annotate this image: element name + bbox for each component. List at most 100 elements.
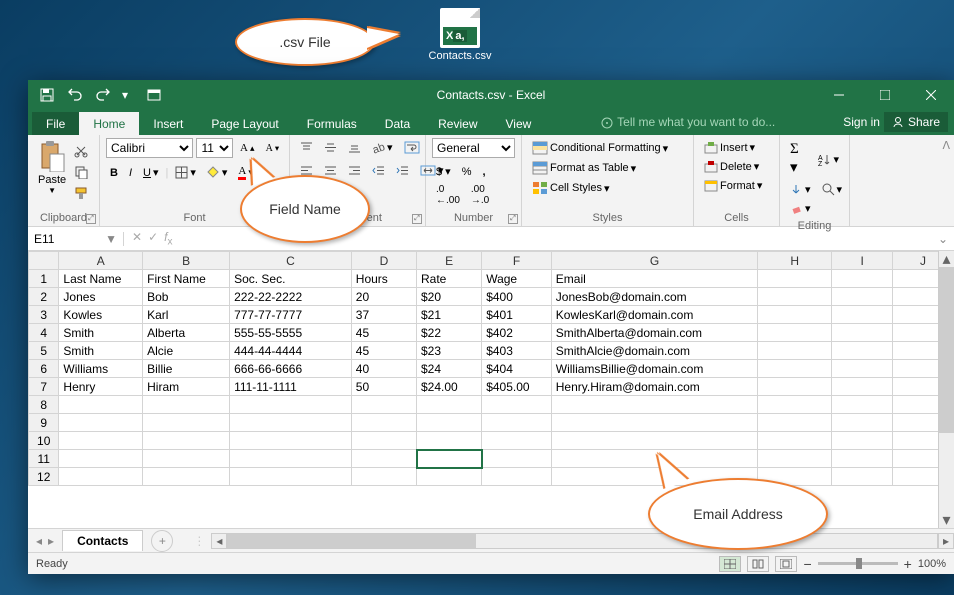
cell-F11[interactable] bbox=[482, 450, 552, 468]
cell-H5[interactable] bbox=[758, 342, 832, 360]
cell-C8[interactable] bbox=[230, 396, 352, 414]
cell-H9[interactable] bbox=[758, 414, 832, 432]
cell-E12[interactable] bbox=[417, 468, 482, 486]
cell-B11[interactable] bbox=[143, 450, 230, 468]
cell-F12[interactable] bbox=[482, 468, 552, 486]
cell-G7[interactable]: Henry.Hiram@domain.com bbox=[551, 378, 758, 396]
cell-D4[interactable]: 45 bbox=[351, 324, 416, 342]
paste-button[interactable]: Paste▼ bbox=[34, 138, 70, 203]
number-format-select[interactable]: General bbox=[432, 138, 515, 158]
align-right-icon[interactable] bbox=[344, 161, 365, 180]
tab-insert[interactable]: Insert bbox=[139, 112, 197, 135]
col-header-A[interactable]: A bbox=[59, 252, 143, 270]
row-header-12[interactable]: 12 bbox=[29, 468, 59, 486]
cell-F2[interactable]: $400 bbox=[482, 288, 552, 306]
cell-C7[interactable]: 111-11-1111 bbox=[230, 378, 352, 396]
new-sheet-button[interactable]: + bbox=[151, 530, 173, 552]
name-box[interactable]: ▼ bbox=[28, 232, 124, 246]
cell-C5[interactable]: 444-44-4444 bbox=[230, 342, 352, 360]
vertical-scrollbar[interactable]: ▴ ▾ bbox=[938, 251, 954, 528]
zoom-level[interactable]: 100% bbox=[918, 558, 946, 570]
cell-G10[interactable] bbox=[551, 432, 758, 450]
sort-filter-icon[interactable]: AZ▾ bbox=[814, 150, 843, 169]
cell-E3[interactable]: $21 bbox=[417, 306, 482, 324]
insert-function-icon[interactable]: fx bbox=[164, 230, 172, 247]
cell-B1[interactable]: First Name bbox=[143, 270, 230, 288]
bold-button[interactable]: B bbox=[106, 164, 122, 182]
scroll-left-icon[interactable]: ◂ bbox=[211, 533, 227, 549]
tab-review[interactable]: Review bbox=[424, 112, 491, 135]
col-header-C[interactable]: C bbox=[230, 252, 352, 270]
cell-A1[interactable]: Last Name bbox=[59, 270, 143, 288]
row-header-11[interactable]: 11 bbox=[29, 450, 59, 468]
cell-E4[interactable]: $22 bbox=[417, 324, 482, 342]
cancel-formula-icon[interactable]: ✕ bbox=[132, 230, 142, 247]
cell-A12[interactable] bbox=[59, 468, 143, 486]
cell-A7[interactable]: Henry bbox=[59, 378, 143, 396]
cell-F7[interactable]: $405.00 bbox=[482, 378, 552, 396]
cell-D5[interactable]: 45 bbox=[351, 342, 416, 360]
cell-B9[interactable] bbox=[143, 414, 230, 432]
row-header-5[interactable]: 5 bbox=[29, 342, 59, 360]
cell-H3[interactable] bbox=[758, 306, 832, 324]
orientation-icon[interactable]: ab▾ bbox=[368, 138, 397, 157]
cell-C9[interactable] bbox=[230, 414, 352, 432]
select-all-cell[interactable] bbox=[29, 252, 59, 270]
tab-formulas[interactable]: Formulas bbox=[293, 112, 371, 135]
cell-A2[interactable]: Jones bbox=[59, 288, 143, 306]
row-header-3[interactable]: 3 bbox=[29, 306, 59, 324]
increase-decimal-icon[interactable]: .0←.00 bbox=[432, 181, 464, 209]
cell-G5[interactable]: SmithAlcie@domain.com bbox=[551, 342, 758, 360]
row-header-2[interactable]: 2 bbox=[29, 288, 59, 306]
conditional-formatting-button[interactable]: Conditional Formatting ▾ bbox=[528, 138, 687, 158]
font-name-select[interactable]: Calibri bbox=[106, 138, 193, 158]
cell-F6[interactable]: $404 bbox=[482, 360, 552, 378]
number-launcher-icon[interactable]: ⤢ bbox=[508, 214, 518, 224]
cell-E1[interactable]: Rate bbox=[417, 270, 482, 288]
desktop-file-icon[interactable]: Xa, Contacts.csv bbox=[425, 8, 495, 62]
zoom-out-icon[interactable]: − bbox=[803, 556, 811, 572]
cell-C1[interactable]: Soc. Sec. bbox=[230, 270, 352, 288]
cell-B8[interactable] bbox=[143, 396, 230, 414]
cell-G3[interactable]: KowlesKarl@domain.com bbox=[551, 306, 758, 324]
share-button[interactable]: Share bbox=[884, 112, 948, 132]
page-break-view-icon[interactable] bbox=[775, 556, 797, 572]
cell-A8[interactable] bbox=[59, 396, 143, 414]
cell-H2[interactable] bbox=[758, 288, 832, 306]
col-header-D[interactable]: D bbox=[351, 252, 416, 270]
cell-C10[interactable] bbox=[230, 432, 352, 450]
cut-icon[interactable] bbox=[70, 141, 92, 161]
cell-I6[interactable] bbox=[832, 360, 893, 378]
zoom-slider[interactable] bbox=[818, 562, 898, 565]
format-cells-button[interactable]: Format ▾ bbox=[700, 176, 773, 195]
align-middle-icon[interactable] bbox=[320, 138, 341, 157]
cell-B3[interactable]: Karl bbox=[143, 306, 230, 324]
cell-B5[interactable]: Alcie bbox=[143, 342, 230, 360]
clear-icon[interactable]: ▾ bbox=[786, 199, 815, 218]
decrease-indent-icon[interactable] bbox=[368, 161, 389, 180]
cell-B7[interactable]: Hiram bbox=[143, 378, 230, 396]
cell-B10[interactable] bbox=[143, 432, 230, 450]
cell-G1[interactable]: Email bbox=[551, 270, 758, 288]
cell-G2[interactable]: JonesBob@domain.com bbox=[551, 288, 758, 306]
delete-cells-button[interactable]: Delete ▾ bbox=[700, 157, 773, 176]
col-header-G[interactable]: G bbox=[551, 252, 758, 270]
redo-icon[interactable] bbox=[90, 84, 116, 106]
insert-cells-button[interactable]: Insert ▾ bbox=[700, 138, 773, 157]
vscroll-thumb[interactable] bbox=[939, 267, 954, 433]
cell-G4[interactable]: SmithAlberta@domain.com bbox=[551, 324, 758, 342]
cell-E8[interactable] bbox=[417, 396, 482, 414]
col-header-E[interactable]: E bbox=[417, 252, 482, 270]
row-header-8[interactable]: 8 bbox=[29, 396, 59, 414]
undo-icon[interactable] bbox=[62, 84, 88, 106]
expand-formula-bar-icon[interactable]: ⌄ bbox=[932, 232, 954, 246]
underline-button[interactable]: U ▾ bbox=[139, 163, 162, 182]
italic-button[interactable]: I bbox=[125, 164, 136, 182]
page-layout-view-icon[interactable] bbox=[747, 556, 769, 572]
cell-I9[interactable] bbox=[832, 414, 893, 432]
cell-styles-button[interactable]: Cell Styles ▾ bbox=[528, 178, 687, 198]
collapse-ribbon-icon[interactable]: ᐱ bbox=[938, 135, 954, 226]
spreadsheet-grid[interactable]: ABCDEFGHIJ1Last NameFirst NameSoc. Sec.H… bbox=[28, 251, 954, 486]
enter-formula-icon[interactable]: ✓ bbox=[148, 230, 158, 247]
cell-E5[interactable]: $23 bbox=[417, 342, 482, 360]
